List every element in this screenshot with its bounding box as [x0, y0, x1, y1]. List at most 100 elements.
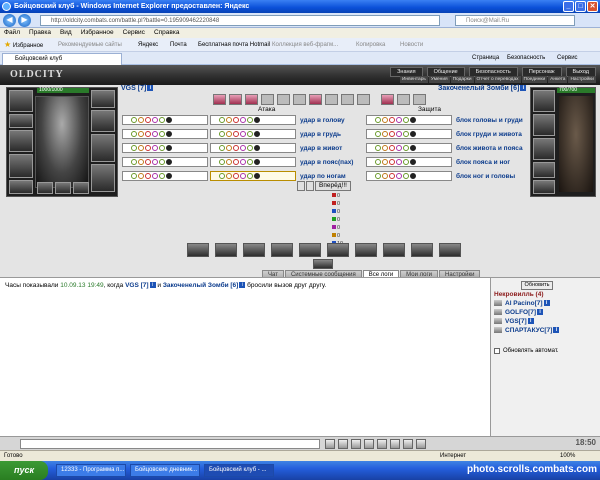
minimize-button[interactable]: _ [563, 1, 574, 12]
start-button[interactable]: пуск [0, 461, 48, 480]
belt-slot[interactable] [9, 180, 33, 194]
chat-nick[interactable]: VGS [7] [125, 282, 148, 289]
skill-slot[interactable] [243, 243, 265, 257]
taskbar-item[interactable]: Бойцовские дневник... [130, 464, 200, 477]
refresh-icon[interactable] [403, 439, 413, 449]
chat-input[interactable] [20, 439, 320, 449]
ring-slot[interactable] [55, 182, 71, 194]
refresh-button[interactable]: Обновить [521, 281, 553, 290]
fav-item[interactable]: Рекомендуемые сайты [58, 38, 122, 52]
subnav-inventory[interactable]: Инвентарь [399, 76, 428, 83]
clear-icon[interactable] [338, 439, 348, 449]
fav-item[interactable]: Копировка [356, 38, 385, 52]
pants-slot[interactable] [91, 134, 115, 162]
helmet-slot[interactable] [9, 90, 33, 112]
shield-slot[interactable] [91, 110, 115, 132]
info-icon[interactable]: i [147, 85, 154, 92]
necklace-slot[interactable] [9, 114, 33, 128]
left-attack-row[interactable] [122, 115, 208, 125]
fav-item[interactable]: Новости [400, 38, 423, 52]
user-item[interactable]: Al Pacino[7] i [494, 300, 559, 309]
effect-icon[interactable] [277, 94, 290, 105]
block-row[interactable] [366, 143, 452, 153]
info-icon[interactable]: i [520, 85, 527, 92]
skill-slot[interactable] [439, 243, 461, 257]
user-item[interactable]: СПАРТАКУС[7] i [494, 327, 560, 336]
option-button[interactable] [306, 181, 314, 191]
maximize-button[interactable]: □ [575, 1, 586, 12]
skill-slot[interactable] [187, 243, 209, 257]
subnav-skills[interactable]: Умения [428, 76, 450, 83]
smile-icon[interactable] [351, 439, 361, 449]
enemy-name[interactable]: Закоченелый Зомби [6] i [438, 85, 527, 92]
skill-slot[interactable] [411, 243, 433, 257]
close-button[interactable]: ✕ [587, 1, 598, 12]
ring-slot[interactable] [37, 182, 53, 194]
effect-icon[interactable] [413, 94, 426, 105]
effect-icon[interactable] [309, 94, 322, 105]
left-attack-row[interactable] [122, 129, 208, 139]
menu-edit[interactable]: Правка [29, 28, 51, 38]
block-row[interactable] [366, 157, 452, 167]
skill-slot[interactable] [215, 243, 237, 257]
subnav-gifts[interactable]: Подарки [450, 76, 474, 83]
auto-refresh-checkbox[interactable] [494, 348, 500, 354]
attack-row[interactable] [210, 157, 296, 167]
fav-item[interactable]: Бесплатная почта Hotmail [198, 38, 270, 52]
effect-icon[interactable] [325, 94, 338, 105]
effect-icon[interactable] [397, 94, 410, 105]
menu-file[interactable]: Файл [4, 28, 20, 38]
subnav-profile[interactable]: Анкета [548, 76, 568, 83]
send-icon[interactable] [325, 439, 335, 449]
effect-icon[interactable] [229, 94, 242, 105]
skill-slot[interactable] [299, 243, 321, 257]
subnav-transfers[interactable]: Отчет о переводах [474, 76, 521, 83]
taskbar-item[interactable]: 12333 - Программа п... [56, 464, 126, 477]
subnav-battles[interactable]: Поединки [521, 76, 548, 83]
effect-icon[interactable] [213, 94, 226, 105]
fav-item[interactable]: Почта [170, 38, 187, 52]
menu-favorites[interactable]: Избранное [81, 28, 114, 38]
left-attack-row[interactable] [122, 143, 208, 153]
browser-tab[interactable]: Бойцовский клуб [2, 53, 122, 65]
fav-item[interactable]: Коллекция веб-фрагм... [272, 38, 338, 52]
effect-icon[interactable] [261, 94, 274, 105]
filter-icon[interactable] [364, 439, 374, 449]
forward-attack-button[interactable]: Вперёд!!! [315, 181, 351, 191]
effect-icon[interactable] [245, 94, 258, 105]
user-item[interactable]: VGS[7] i [494, 318, 559, 327]
block-row[interactable] [366, 171, 452, 181]
subnav-settings[interactable]: Настройки [568, 76, 596, 83]
skill-slot[interactable] [383, 243, 405, 257]
skill-slot[interactable] [313, 259, 333, 269]
menu-view[interactable]: Вид [60, 28, 72, 38]
url-input[interactable]: http://oldcity.combats.com/battle.pl?bat… [40, 15, 440, 26]
attack-row[interactable] [210, 129, 296, 139]
taskbar-item[interactable]: Бойцовский клуб - ... [204, 464, 274, 477]
block-row[interactable] [366, 129, 452, 139]
user-item[interactable]: GOLFO[7] i [494, 309, 559, 318]
attack-row[interactable] [210, 115, 296, 125]
auto-refresh-row[interactable]: Обновлять автомат. [494, 348, 559, 354]
player-name[interactable]: VGS [7] i [121, 85, 154, 92]
forward-button[interactable]: ▶ [18, 14, 31, 27]
sound-icon[interactable] [390, 439, 400, 449]
ie-tool-page[interactable]: Страница [472, 52, 499, 65]
skill-slot[interactable] [271, 243, 293, 257]
back-button[interactable]: ◀ [3, 14, 16, 27]
block-row[interactable] [366, 115, 452, 125]
chat-nick[interactable]: Закоченелый Зомби [6] [163, 282, 239, 289]
fav-item[interactable]: Яндекс [138, 38, 158, 52]
effect-icon[interactable] [341, 94, 354, 105]
weapon-slot[interactable] [9, 130, 33, 152]
skill-slot[interactable] [327, 243, 349, 257]
effect-icon[interactable] [357, 94, 370, 105]
skill-slot[interactable] [355, 243, 377, 257]
ie-tool-tools[interactable]: Сервис [557, 52, 578, 65]
left-attack-row[interactable] [122, 157, 208, 167]
left-attack-row[interactable] [122, 171, 208, 181]
option-button[interactable] [297, 181, 305, 191]
effect-icon[interactable] [381, 94, 394, 105]
attack-row-selected[interactable] [210, 171, 296, 181]
favorites-button[interactable]: ★ Избранное [4, 38, 43, 53]
